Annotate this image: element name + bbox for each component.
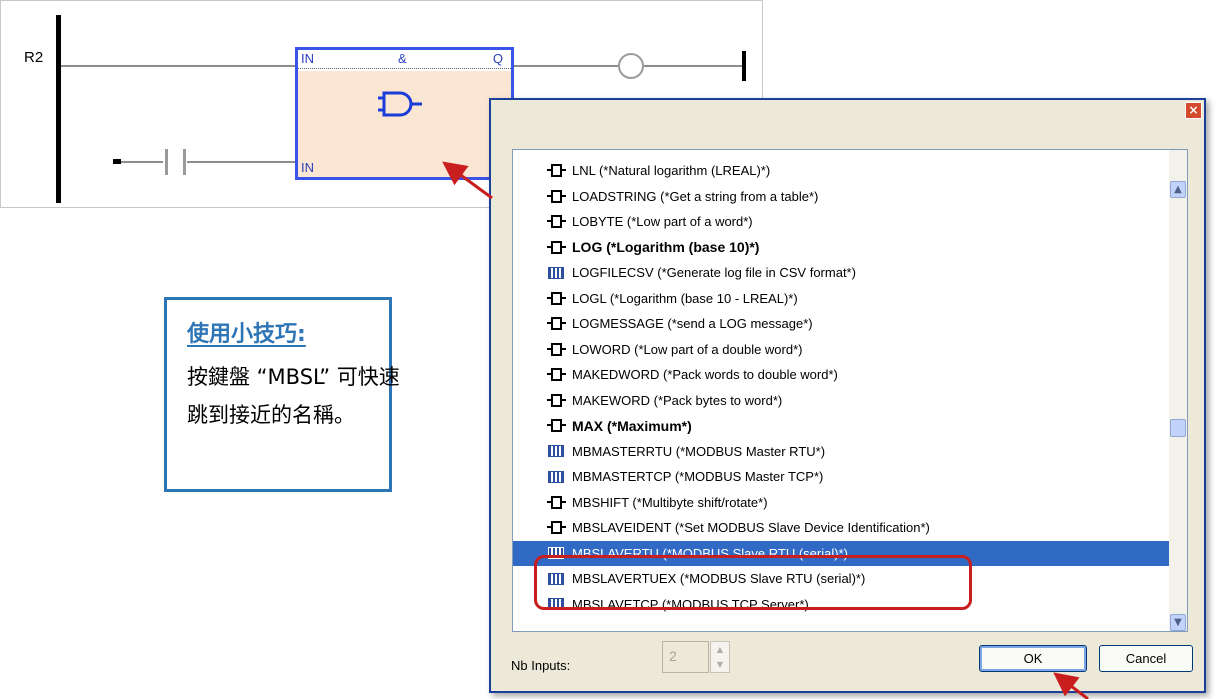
arrow-to-ok-button (1053, 672, 1089, 699)
annotation-arrows (442, 161, 1089, 699)
arrow-to-gate-icon (442, 161, 493, 200)
